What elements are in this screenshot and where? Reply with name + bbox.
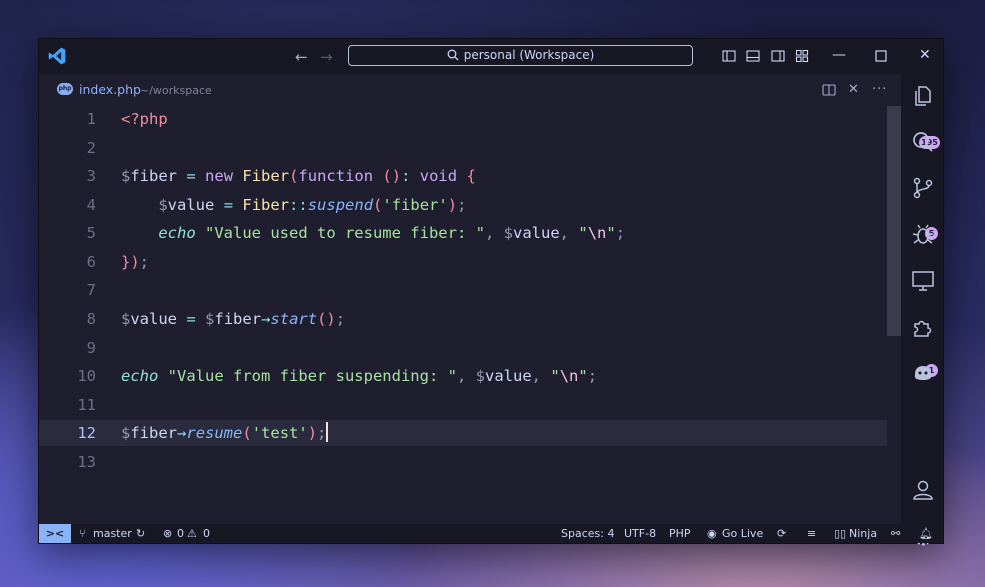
line-number: 4 — [86, 196, 96, 214]
line-number: 8 — [86, 310, 96, 328]
command-center-label: personal (Workspace) — [463, 48, 595, 62]
warning-count[interactable]: 0 — [203, 524, 210, 543]
ninja-status[interactable]: Ninja — [849, 524, 877, 543]
remote-monitor-icon[interactable] — [911, 269, 935, 293]
database-icon[interactable]: ≡ — [807, 524, 816, 543]
notifications-bell-icon[interactable]: 🔔︎ — [919, 524, 933, 543]
editor-scrollbar-thumb[interactable] — [887, 106, 901, 336]
search-icon — [447, 49, 459, 61]
extensions-puzzle-icon[interactable] — [911, 315, 935, 339]
customize-layout-icon[interactable] — [795, 49, 809, 63]
live-share-icon[interactable]: ⟳ — [777, 524, 786, 543]
error-count[interactable]: 0 — [177, 524, 184, 543]
line-number: 12 — [77, 424, 96, 442]
code-line: 6}); — [39, 249, 887, 275]
line-code: $value = $fiber→start(); — [121, 310, 346, 328]
sync-icon[interactable]: ↻ — [136, 524, 145, 543]
search-icon[interactable] — [911, 130, 935, 154]
copilot-icon[interactable] — [911, 360, 935, 384]
code-line: 9 — [39, 335, 887, 361]
code-line: 13 — [39, 449, 887, 475]
line-number: 7 — [86, 281, 96, 299]
broadcast-icon: ◉ — [707, 527, 717, 540]
text-cursor — [326, 422, 329, 442]
language-mode[interactable]: PHP — [669, 524, 691, 543]
line-code: }); — [121, 253, 150, 271]
debug-bug-icon[interactable] — [911, 223, 935, 247]
line-code: $value = Fiber::suspend('fiber'); — [158, 196, 467, 214]
git-branch-icon: ⑂ — [79, 527, 86, 540]
line-number: 1 — [86, 110, 96, 128]
line-number: 5 — [86, 224, 96, 242]
remote-indicator-icon[interactable]: >< — [39, 524, 71, 543]
current-code-line: 12 $fiber→resume('test'); — [39, 420, 887, 446]
code-line: 1 <?php — [39, 106, 887, 132]
line-code: echo "Value from fiber suspending: ", $v… — [121, 367, 598, 385]
line-code: echo "Value used to resume fiber: ", $va… — [158, 224, 626, 242]
forward-arrow-icon[interactable]: → — [320, 48, 333, 66]
split-editor-icon[interactable] — [822, 84, 836, 96]
line-number: 11 — [77, 396, 96, 414]
line-number: 13 — [77, 453, 96, 471]
code-line: 7 — [39, 277, 887, 303]
close-window-icon[interactable]: ✕ — [919, 47, 931, 63]
minimize-icon[interactable]: — — [832, 47, 846, 63]
line-number: 6 — [86, 253, 96, 271]
ninja-icon: ▯▯ — [834, 527, 847, 540]
feedback-icon[interactable]: ⚯ — [891, 524, 900, 543]
line-number: 10 — [77, 367, 96, 385]
encoding-setting[interactable]: UTF-8 — [624, 524, 656, 543]
warning-icon: ⚠ — [187, 527, 197, 540]
code-line: 8 $value = $fiber→start(); — [39, 306, 887, 332]
explorer-files-icon[interactable] — [911, 84, 935, 108]
tab-file-path: ~/workspace — [140, 84, 212, 97]
line-number: 2 — [86, 139, 96, 157]
line-number: 9 — [86, 339, 96, 357]
indentation-setting[interactable]: Spaces: 4 — [561, 524, 614, 543]
vscode-logo-icon — [48, 47, 66, 65]
title-bar: ← → personal (Workspace) — ✕ — [39, 39, 943, 74]
maximize-icon[interactable] — [875, 50, 887, 62]
go-live-button[interactable]: Go Live — [722, 524, 763, 543]
activity-bar: 195 5 1 — [901, 74, 943, 546]
code-line: 5 echo "Value used to resume fiber: ", $… — [39, 220, 887, 246]
back-arrow-icon[interactable]: ← — [295, 48, 308, 66]
toggle-secondary-sidebar-icon[interactable] — [771, 49, 785, 63]
close-tab-icon[interactable]: ✕ — [848, 82, 859, 97]
line-code: <?php — [121, 110, 168, 128]
line-number: 3 — [86, 167, 96, 185]
vscode-window: ← → personal (Workspace) — ✕ php index.p… — [38, 38, 944, 546]
command-center-search[interactable]: personal (Workspace) — [348, 45, 693, 66]
code-line: 4 $value = Fiber::suspend('fiber'); — [39, 192, 887, 218]
code-line: 10 echo "Value from fiber suspending: ", … — [39, 363, 887, 389]
error-icon: ⊗ — [163, 527, 173, 540]
php-file-icon: php — [57, 83, 73, 95]
code-line: 3 $fiber = new Fiber(function (): void { — [39, 163, 887, 189]
status-bar: >< ⑂ master ↻ ⊗ 0 ⚠ 0 Spaces: 4 UTF-8 PH… — [39, 524, 943, 543]
line-code: $fiber→resume('test'); — [121, 422, 329, 442]
toggle-panel-icon[interactable] — [746, 49, 760, 63]
source-control-icon[interactable] — [911, 176, 935, 200]
git-branch[interactable]: master — [93, 524, 132, 543]
tab-file-name[interactable]: index.php — [79, 82, 141, 97]
line-code: $fiber = new Fiber(function (): void { — [121, 167, 476, 185]
accounts-icon[interactable] — [911, 478, 935, 502]
code-line: 2 — [39, 135, 887, 161]
code-editor[interactable]: 1 <?php 2 3 $fiber = new Fiber(function ()… — [39, 106, 887, 524]
editor-tab-bar: php index.php ~/workspace ✕ ··· — [39, 74, 901, 106]
toggle-primary-sidebar-icon[interactable] — [722, 49, 736, 63]
code-line: 11 — [39, 392, 887, 418]
more-actions-icon[interactable]: ··· — [872, 82, 887, 97]
